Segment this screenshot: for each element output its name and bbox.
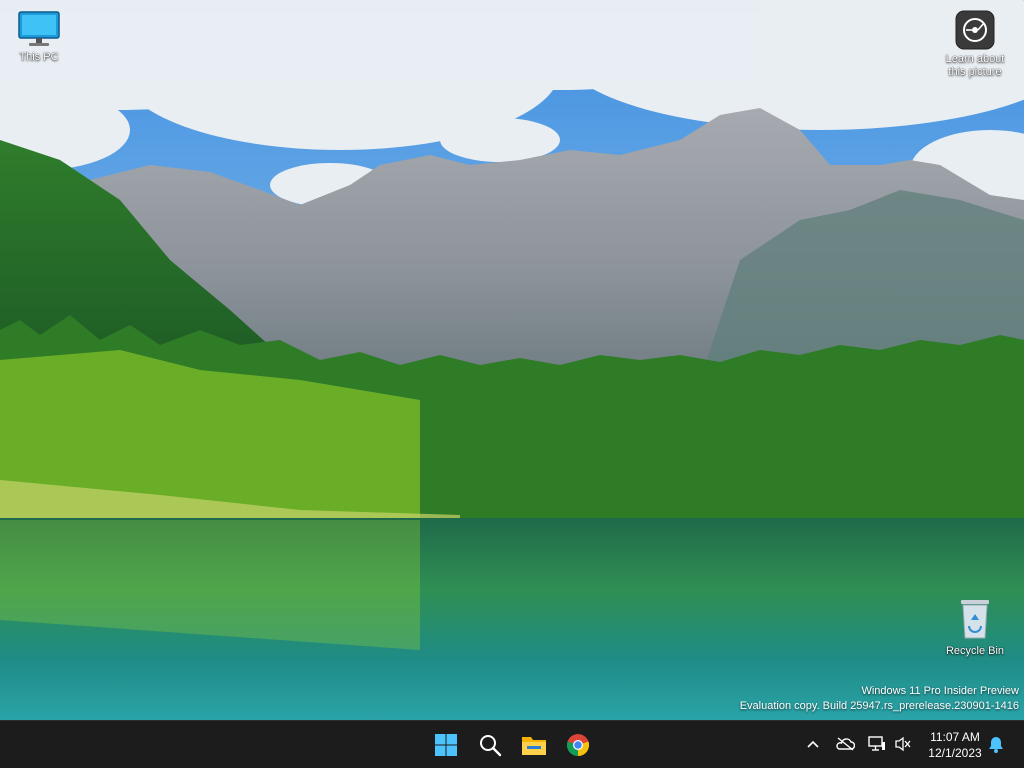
show-hidden-icons-button[interactable] <box>802 733 824 755</box>
this-pc-label: This PC <box>19 51 59 63</box>
onedrive-tray-button[interactable] <box>834 733 856 755</box>
recycle-bin-shortcut[interactable]: Recycle Bin <box>940 596 1010 658</box>
learn-about-picture-shortcut[interactable]: Learn about this picture <box>934 10 1016 79</box>
wallpaper <box>0 0 1024 720</box>
clock-date: 12/1/2023 <box>928 746 982 760</box>
start-button[interactable] <box>428 727 464 763</box>
build-watermark: Windows 11 Pro Insider Preview Evaluatio… <box>740 684 1019 714</box>
volume-tray-button[interactable] <box>892 733 914 755</box>
learn-label-line2: this picture <box>948 66 1002 78</box>
desktop[interactable]: This PC Learn about this picture Recycle… <box>0 0 1024 720</box>
search-button[interactable] <box>472 727 508 763</box>
camera-info-icon <box>955 10 995 50</box>
watermark-line1: Windows 11 Pro Insider Preview <box>861 685 1019 697</box>
taskbar[interactable]: 11:07 AM 12/1/2023 <box>0 720 1024 768</box>
clock[interactable]: 11:07 AM 12/1/2023 <box>918 729 992 761</box>
file-explorer-icon <box>522 737 546 755</box>
notifications-button[interactable] <box>985 733 1007 755</box>
chevron-up-icon <box>807 740 819 748</box>
volume-muted-icon <box>895 736 911 752</box>
onedrive-offline-icon <box>836 737 855 751</box>
watermark-line2: Evaluation copy. Build 25947.rs_prerelea… <box>739 700 1019 712</box>
windows-start-icon <box>435 734 457 756</box>
network-tray-button[interactable] <box>866 733 888 755</box>
network-icon <box>868 736 885 751</box>
chrome-button[interactable] <box>560 727 596 763</box>
file-explorer-button[interactable] <box>516 727 552 763</box>
bell-icon <box>989 737 1003 753</box>
chrome-icon <box>566 734 590 757</box>
this-pc-shortcut[interactable]: This PC <box>4 10 74 64</box>
recycle-bin-icon <box>961 600 989 639</box>
clock-time: 11:07 AM <box>930 730 980 744</box>
learn-label-line1: Learn about <box>945 53 1005 65</box>
search-icon <box>480 735 502 757</box>
monitor-icon <box>18 11 60 46</box>
recycle-bin-label: Recycle Bin <box>945 645 1005 657</box>
